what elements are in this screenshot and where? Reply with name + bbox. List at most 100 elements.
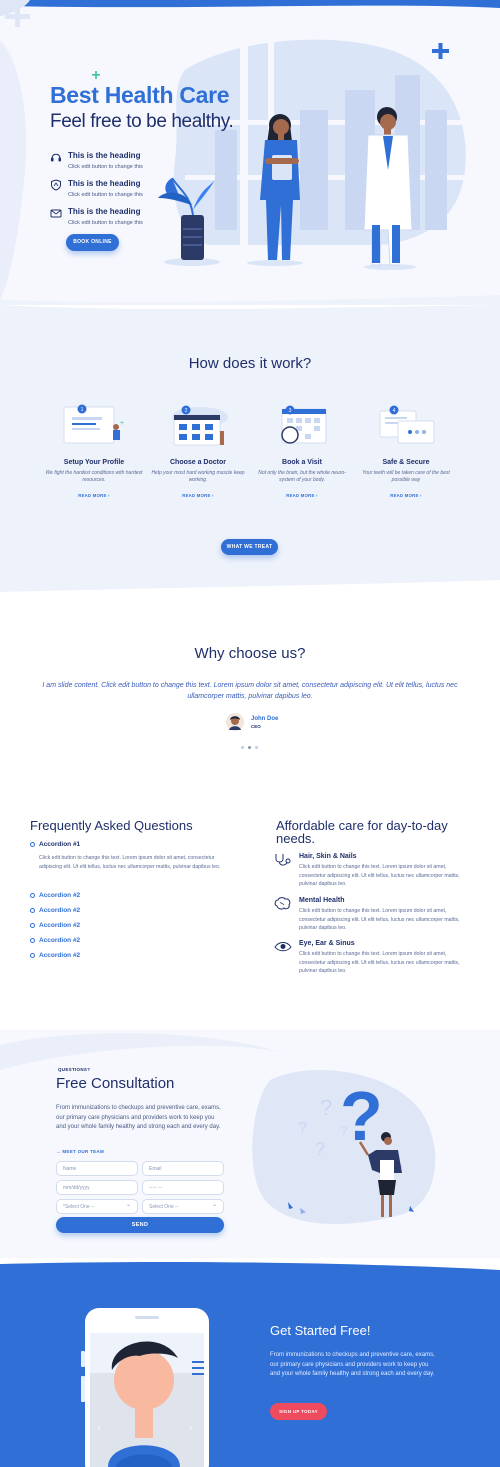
accordion-label: Accordion #1 bbox=[39, 841, 81, 848]
profile-illustration: 1 + bbox=[63, 404, 124, 444]
accordion-radio-icon bbox=[30, 938, 35, 943]
book-online-button[interactable]: BOOK ONLINE bbox=[66, 234, 119, 251]
care-heading: Eye, Ear & Sinus bbox=[299, 940, 355, 947]
send-button[interactable]: SEND bbox=[56, 1217, 224, 1233]
accordion-item[interactable]: Accordion #2 bbox=[30, 907, 230, 917]
shield-icon bbox=[51, 179, 61, 191]
why-title: Why choose us? bbox=[194, 645, 306, 662]
accordion-radio-icon bbox=[30, 842, 35, 847]
author-role: CEO bbox=[251, 724, 261, 729]
svg-text:1: 1 bbox=[81, 407, 84, 413]
care-text: Click edit button to change this text. L… bbox=[299, 908, 460, 931]
care-title: Affordable care for day-to-day needs. bbox=[276, 818, 448, 846]
read-more-link[interactable]: READ MORE › bbox=[252, 493, 352, 498]
feature-heading: This is the heading bbox=[68, 151, 141, 160]
care-item: Eye, Ear & Sinus Click edit button to ch… bbox=[274, 940, 464, 978]
doctor-select[interactable]: Select One -- bbox=[142, 1199, 224, 1214]
brain-icon bbox=[274, 897, 291, 910]
accordion-item[interactable]: Accordion #2 bbox=[30, 952, 230, 962]
accordion-open[interactable]: Accordion #1 bbox=[30, 841, 230, 851]
consult-text: From immunizations to checkups and preve… bbox=[56, 1105, 221, 1130]
how-title: How does it work? bbox=[188, 355, 312, 372]
accordion-label: Accordion #2 bbox=[39, 952, 81, 959]
hero-subtitle: Feel free to be healthy. bbox=[50, 111, 234, 132]
cta-text: From immunizations to checkups and preve… bbox=[270, 1352, 435, 1377]
step-text: Not only the brain, but the whole neuro-… bbox=[258, 470, 346, 483]
feature-heading: This is the heading bbox=[68, 207, 141, 216]
step-text: Help your most hard working muscle keep … bbox=[151, 470, 245, 483]
consult-title: Free Consultation bbox=[56, 1075, 175, 1092]
feature-text: Click edit button to change this bbox=[68, 192, 143, 198]
feature-text: Click edit button to change this bbox=[68, 220, 143, 226]
care-heading: Hair, Skin & Nails bbox=[299, 853, 357, 860]
consult-kicker: QUESTIONS? bbox=[58, 1067, 91, 1072]
cta-title: Get Started Free! bbox=[270, 1323, 371, 1338]
secure-illustration: 4 bbox=[379, 405, 435, 444]
accordion-radio-icon bbox=[30, 953, 35, 958]
step-title: Setup Your Profile bbox=[63, 459, 125, 466]
care-item: Mental Health Click edit button to chang… bbox=[274, 897, 464, 935]
step-card: Book a Visit Not only the brain, but the… bbox=[252, 459, 352, 498]
accordion-radio-icon bbox=[30, 923, 35, 928]
slider-dot[interactable] bbox=[241, 746, 244, 749]
email-field[interactable]: Email bbox=[142, 1161, 224, 1176]
step-card: Choose a Doctor Help your most hard work… bbox=[148, 459, 248, 498]
meet-team-link[interactable]: → MEET OUR TEAM bbox=[56, 1149, 104, 1154]
care-item: Hair, Skin & Nails Click edit button to … bbox=[274, 853, 464, 891]
care-heading: Mental Health bbox=[299, 897, 345, 904]
hero-feature: This is the heading Click edit button to… bbox=[50, 151, 170, 175]
slider-dot[interactable] bbox=[248, 746, 251, 749]
svg-text:4: 4 bbox=[393, 408, 396, 414]
accordion-item[interactable]: Accordion #2 bbox=[30, 922, 230, 932]
care-text: Click edit button to change this text. L… bbox=[299, 951, 460, 974]
step-text: Your teeth will be taken care of the bes… bbox=[362, 470, 450, 483]
accordion-label: Accordion #2 bbox=[39, 937, 81, 944]
what-we-treat-button[interactable]: WHAT WE TREAT bbox=[221, 539, 278, 555]
feature-text: Click edit button to change this bbox=[68, 164, 143, 170]
accordion-item[interactable]: Accordion #2 bbox=[30, 937, 230, 947]
name-field[interactable]: Name bbox=[56, 1161, 138, 1176]
headset-icon bbox=[51, 153, 61, 162]
step-card: Setup Your Profile We fight the hardest … bbox=[44, 459, 144, 498]
testimonial-quote: I am slide content. Click edit button to… bbox=[42, 682, 458, 700]
read-more-link[interactable]: READ MORE › bbox=[356, 493, 456, 498]
svg-text:‹: ‹ bbox=[97, 1424, 101, 1434]
how-it-works-section bbox=[0, 305, 500, 600]
date-field[interactable]: mm/dd/yyyy bbox=[56, 1180, 138, 1195]
svg-text:2: 2 bbox=[185, 408, 188, 414]
svg-text:?: ? bbox=[315, 1139, 325, 1159]
hero-feature: This is the heading Click edit button to… bbox=[50, 179, 170, 203]
slider-dots bbox=[241, 746, 261, 750]
hero-title: Best Health Care bbox=[50, 82, 230, 108]
calendar-illustration: 3 bbox=[281, 405, 327, 444]
author-name: John Doe bbox=[251, 716, 279, 722]
care-text: Click edit button to change this text. L… bbox=[299, 864, 460, 887]
service-select[interactable]: *Select One -- bbox=[56, 1199, 138, 1214]
read-more-link[interactable]: READ MORE › bbox=[44, 493, 144, 498]
accordion-body: Click edit button to change this text. L… bbox=[39, 855, 221, 870]
step-title: Book a Visit bbox=[282, 459, 322, 466]
slider-dot[interactable] bbox=[255, 746, 258, 749]
doctor-illustration: 2 bbox=[172, 405, 228, 446]
hero-section: Best Health Care Feel free to be healthy… bbox=[0, 0, 500, 310]
feature-heading: This is the heading bbox=[68, 179, 141, 188]
hero-feature: This is the heading Click edit button to… bbox=[50, 207, 170, 231]
svg-text:›: › bbox=[189, 1424, 193, 1434]
faq-title: Frequently Asked Questions bbox=[30, 818, 193, 833]
accordion-radio-icon bbox=[30, 893, 35, 898]
svg-text:?: ? bbox=[320, 1095, 332, 1120]
avatar bbox=[226, 713, 244, 731]
accordion-label: Accordion #2 bbox=[39, 907, 81, 914]
sign-up-button[interactable]: SIGN UP TODAY bbox=[270, 1403, 327, 1420]
stethoscope-icon bbox=[275, 854, 291, 866]
step-card: Safe & Secure Your teeth will be taken c… bbox=[356, 459, 456, 498]
time-field[interactable]: --:-- -- bbox=[142, 1180, 224, 1195]
step-title: Safe & Secure bbox=[382, 459, 430, 466]
read-more-link[interactable]: READ MORE › bbox=[148, 493, 248, 498]
svg-text:3: 3 bbox=[289, 408, 292, 414]
accordion-label: Accordion #2 bbox=[39, 892, 81, 899]
eye-icon bbox=[274, 942, 292, 952]
step-text: We fight the hardest conditions with har… bbox=[45, 470, 143, 483]
svg-text:?: ? bbox=[298, 1120, 307, 1137]
accordion-item[interactable]: Accordion #2 bbox=[30, 892, 230, 902]
